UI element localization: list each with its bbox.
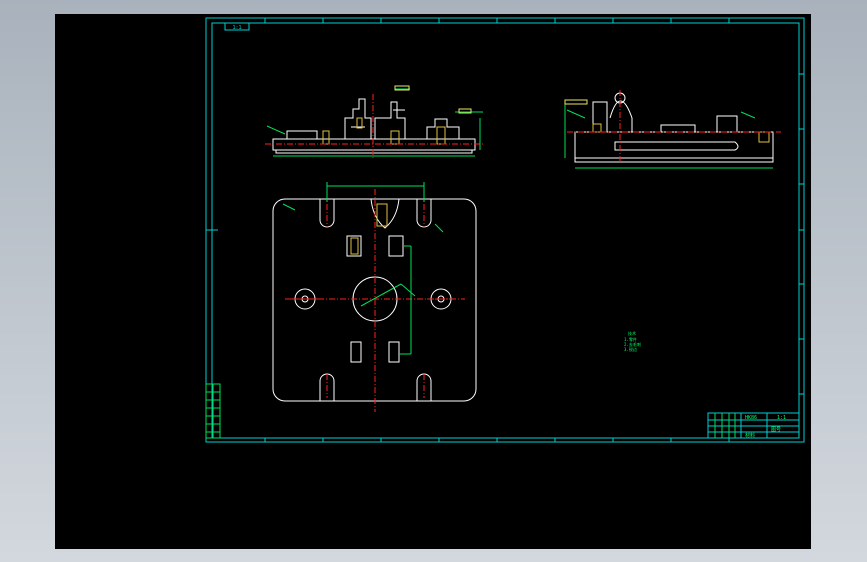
note-line: 3.锐边 [624,346,637,352]
side-view-centerlines [567,90,781,164]
title-block-title: HK86 [745,415,757,421]
title-block-material: 材料 [745,432,755,439]
note-line: 技术 [628,330,636,336]
title-block-part-no: 图号 [771,427,781,433]
side-view [574,92,774,163]
technical-notes: 技术 1.零件 2.去毛刺 3.锐边 [624,330,641,352]
title-block-scale: 1:1 [777,415,786,421]
revision-strip [205,383,221,439]
plan-view-hatch [350,203,388,255]
plan-view-dimensions [282,182,444,355]
front-view [272,98,476,154]
cad-viewport[interactable]: 1:1 技术 1.零件 2.去毛刺 3.锐边 HK86 1:1 图号 材料 [55,14,811,549]
drawing-frame [205,17,805,443]
frame-label: 1:1 [232,25,241,31]
side-view-hatch [592,123,770,143]
cad-drawing: 1:1 技术 1.零件 2.去毛刺 3.锐边 HK86 1:1 图号 材料 [205,17,805,443]
